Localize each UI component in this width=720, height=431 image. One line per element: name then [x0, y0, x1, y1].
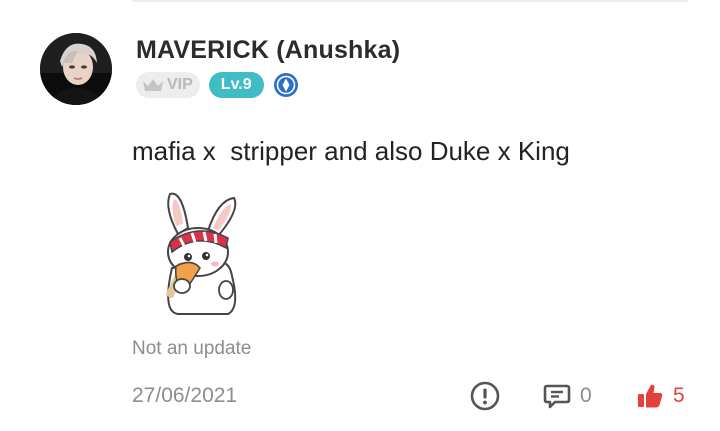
- avatar[interactable]: [40, 33, 112, 105]
- exclamation-circle-icon: [470, 381, 500, 411]
- like-count: 5: [673, 384, 685, 407]
- level-badge[interactable]: Lv.9: [208, 72, 264, 98]
- post-note: Not an update: [132, 338, 252, 359]
- vip-label: VIP: [167, 76, 193, 93]
- comment-count: 0: [580, 384, 592, 407]
- report-button[interactable]: [470, 378, 500, 414]
- like-button[interactable]: 5: [636, 378, 685, 414]
- bunny-sticker-image: [165, 192, 237, 315]
- thumbs-up-icon: [638, 384, 663, 408]
- shield-badge[interactable]: [273, 72, 299, 98]
- top-divider: [132, 0, 688, 2]
- shield-icon: [273, 73, 298, 97]
- vip-badge[interactable]: VIP: [136, 72, 200, 98]
- comment-button[interactable]: 0: [542, 378, 592, 414]
- level-label: Lv.9: [220, 76, 252, 93]
- comment-icon: [543, 384, 571, 409]
- badge-row: VIP Lv.9: [136, 71, 299, 99]
- post-text: mafia x stripper and also Duke x King: [132, 136, 570, 166]
- avatar-image: [40, 33, 112, 105]
- username[interactable]: MAVERICK (Anushka): [136, 36, 400, 65]
- crown-icon: [143, 79, 163, 91]
- post-date: 27/06/2021: [132, 384, 238, 407]
